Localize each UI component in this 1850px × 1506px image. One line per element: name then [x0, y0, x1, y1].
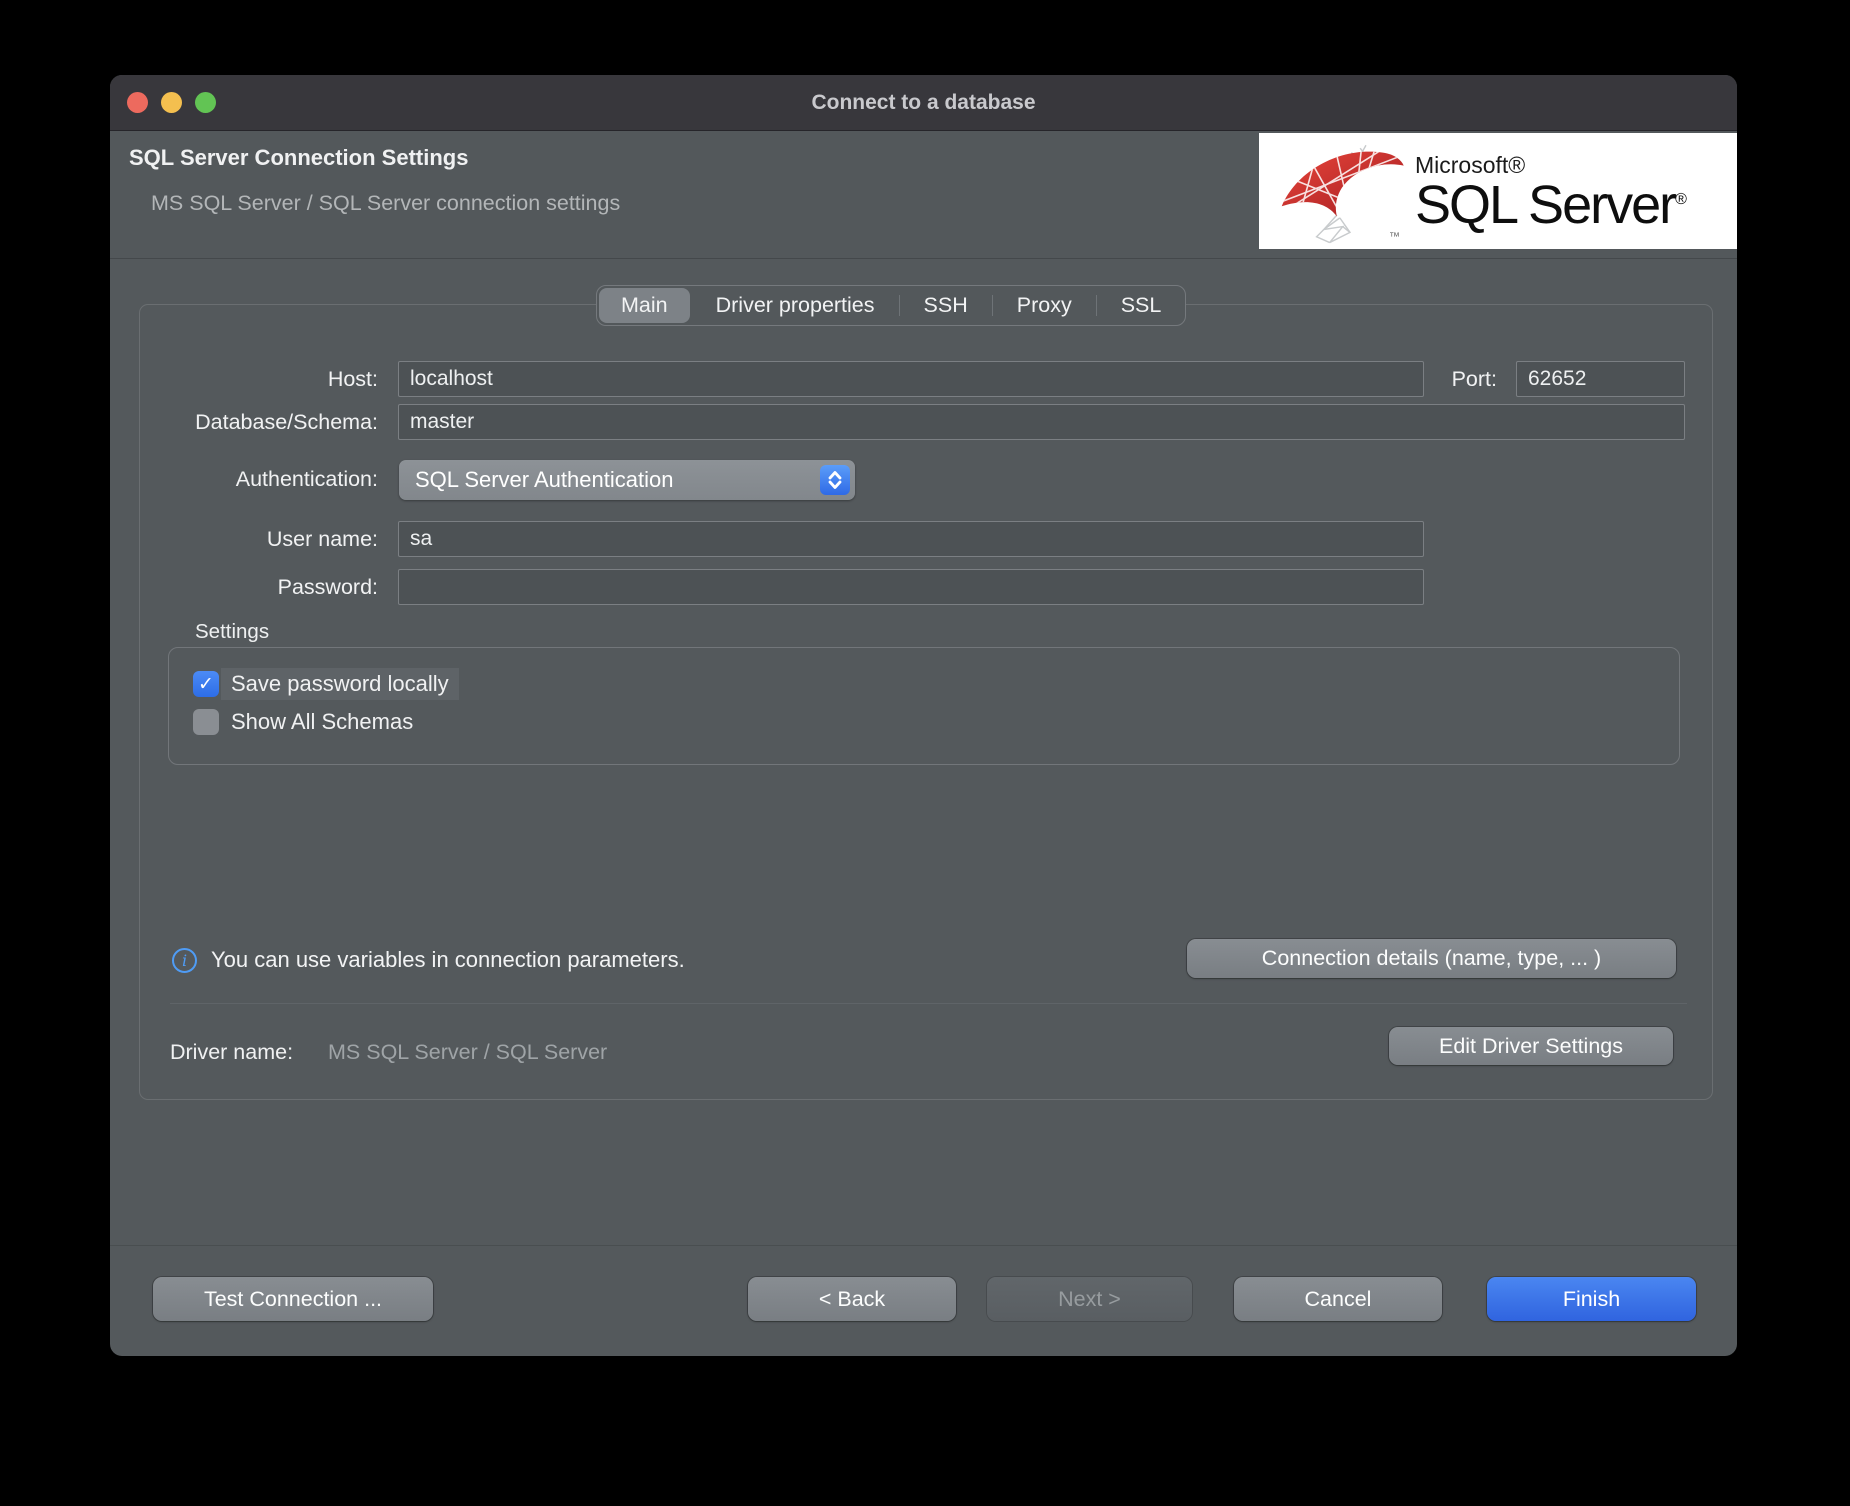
authentication-selected-value: SQL Server Authentication	[415, 460, 673, 500]
authentication-label: Authentication:	[140, 467, 378, 492]
sql-server-logo: Microsoft® SQL Server® ™	[1259, 133, 1737, 249]
test-connection-button[interactable]: Test Connection ...	[153, 1277, 433, 1321]
connect-database-dialog: Connect to a database SQL Server Connect…	[110, 75, 1737, 1356]
driver-separator	[170, 1003, 1687, 1004]
cancel-button[interactable]: Cancel	[1234, 1277, 1442, 1321]
tab-ssl[interactable]: SSL	[1097, 286, 1186, 325]
footer-separator	[110, 1245, 1737, 1246]
chevron-up-down-icon	[820, 465, 850, 495]
save-password-checkbox[interactable]: ✓	[193, 671, 219, 697]
edit-driver-settings-button[interactable]: Edit Driver Settings	[1389, 1027, 1673, 1065]
host-input[interactable]	[398, 361, 1424, 397]
username-label: User name:	[140, 527, 378, 552]
check-icon: ✓	[198, 675, 214, 694]
authentication-select[interactable]: SQL Server Authentication	[399, 460, 855, 500]
tab-main[interactable]: Main	[599, 288, 690, 323]
info-icon: i	[172, 948, 197, 973]
settings-group-label: Settings	[195, 620, 269, 644]
driver-name-value: MS SQL Server / SQL Server	[328, 1040, 607, 1065]
driver-name-label: Driver name:	[170, 1040, 293, 1065]
dialog-header: SQL Server Connection Settings MS SQL Se…	[110, 131, 1737, 259]
title-bar: Connect to a database	[110, 75, 1737, 131]
tab-strip: Main Driver properties SSH Proxy SSL	[596, 285, 1186, 326]
database-label: Database/Schema:	[140, 410, 378, 435]
port-label: Port:	[1422, 367, 1497, 392]
save-password-label: Save password locally	[221, 668, 459, 700]
username-input[interactable]	[398, 521, 1424, 557]
logo-tm: ™	[1389, 231, 1400, 243]
show-all-schemas-label: Show All Schemas	[231, 709, 413, 735]
info-row: i You can use variables in connection pa…	[172, 947, 685, 973]
window-title: Connect to a database	[110, 75, 1737, 131]
logo-microsoft: Microsoft®	[1415, 154, 1685, 177]
info-message: You can use variables in connection para…	[211, 947, 685, 973]
tab-driver-properties[interactable]: Driver properties	[692, 286, 899, 325]
logo-product: SQL Server®	[1415, 178, 1685, 232]
page-subtitle: MS SQL Server / SQL Server connection se…	[151, 191, 620, 216]
tab-ssh[interactable]: SSH	[900, 286, 992, 325]
password-label: Password:	[140, 575, 378, 600]
connection-details-button[interactable]: Connection details (name, type, ... )	[1187, 939, 1676, 978]
finish-button[interactable]: Finish	[1487, 1277, 1696, 1321]
password-input[interactable]	[398, 569, 1424, 605]
show-all-schemas-checkbox[interactable]	[193, 709, 219, 735]
host-label: Host:	[140, 367, 378, 392]
show-all-schemas-row: Show All Schemas	[193, 709, 413, 735]
tab-proxy[interactable]: Proxy	[993, 286, 1096, 325]
logo-text: Microsoft® SQL Server®	[1415, 154, 1685, 232]
next-button: Next >	[987, 1277, 1192, 1321]
save-password-row: ✓ Save password locally	[193, 668, 459, 700]
settings-group: ✓ Save password locally Show All Schemas	[168, 647, 1680, 765]
page-title: SQL Server Connection Settings	[129, 145, 468, 171]
back-button[interactable]: < Back	[748, 1277, 956, 1321]
database-input[interactable]	[398, 404, 1685, 440]
port-input[interactable]	[1516, 361, 1685, 397]
